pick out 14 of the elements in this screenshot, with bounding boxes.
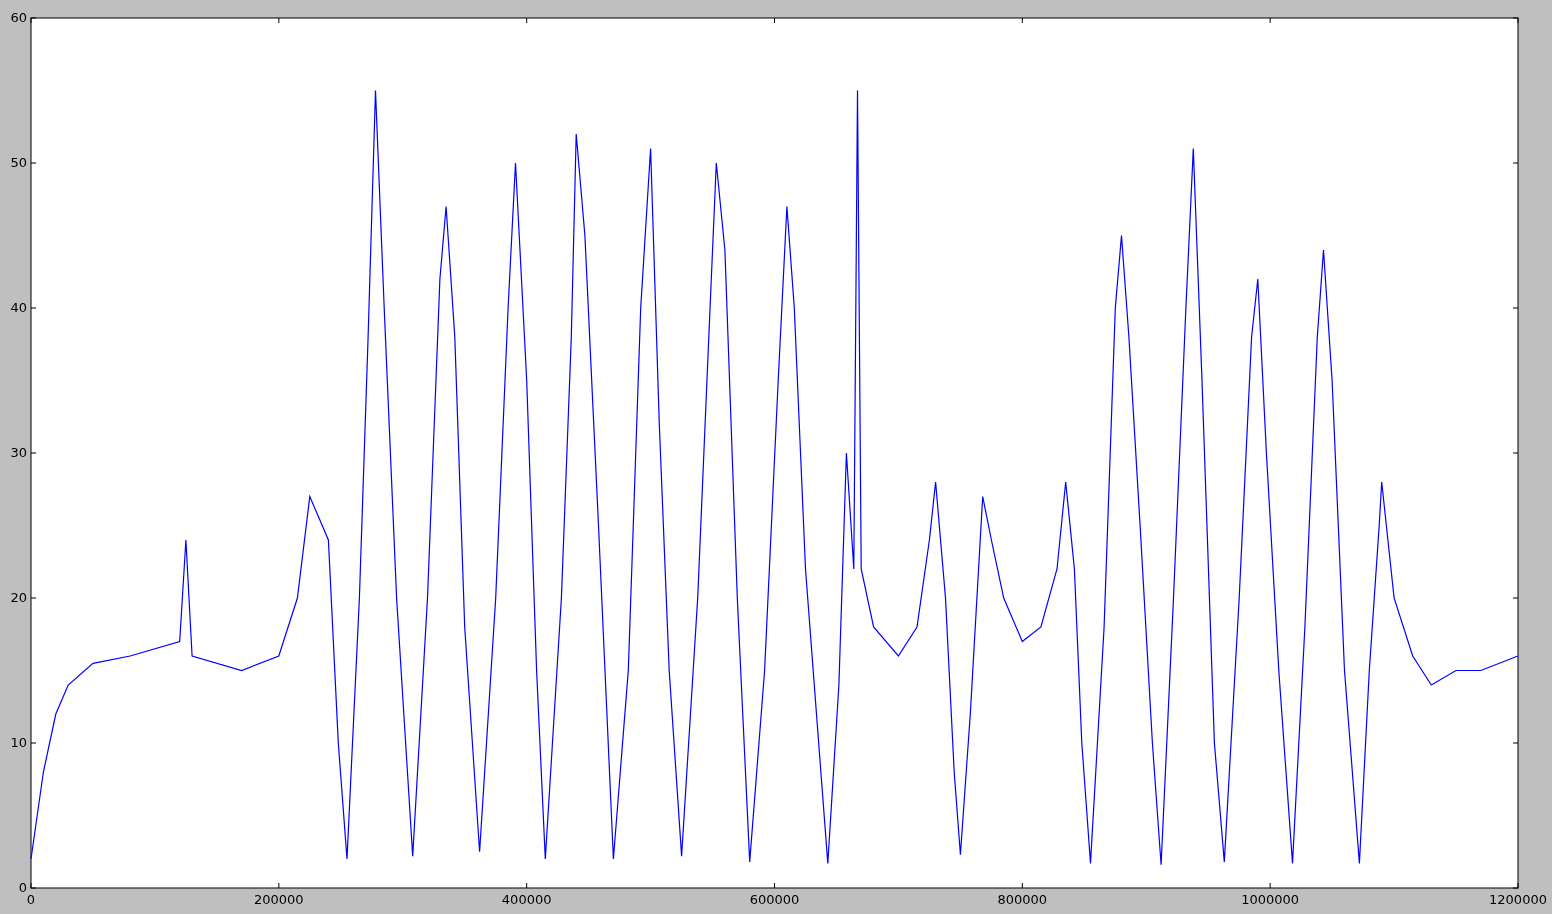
y-tick-label: 10 xyxy=(10,735,27,750)
x-tick-label: 1200000 xyxy=(1489,892,1547,907)
x-tick-label: 1000000 xyxy=(1241,892,1300,907)
y-tick-label: 20 xyxy=(10,590,27,605)
x-tick-label: 400000 xyxy=(501,892,552,907)
y-tick-label: 60 xyxy=(10,10,27,25)
y-tick-label: 30 xyxy=(10,445,27,460)
x-tick-label: 200000 xyxy=(254,892,304,907)
x-tick-label: 600000 xyxy=(749,892,800,907)
y-tick-label: 0 xyxy=(18,880,27,895)
x-tick-label: 800000 xyxy=(997,892,1048,907)
x-tick-label: 0 xyxy=(26,892,36,907)
y-tick-label: 50 xyxy=(10,155,27,170)
y-tick-label: 40 xyxy=(10,300,27,315)
